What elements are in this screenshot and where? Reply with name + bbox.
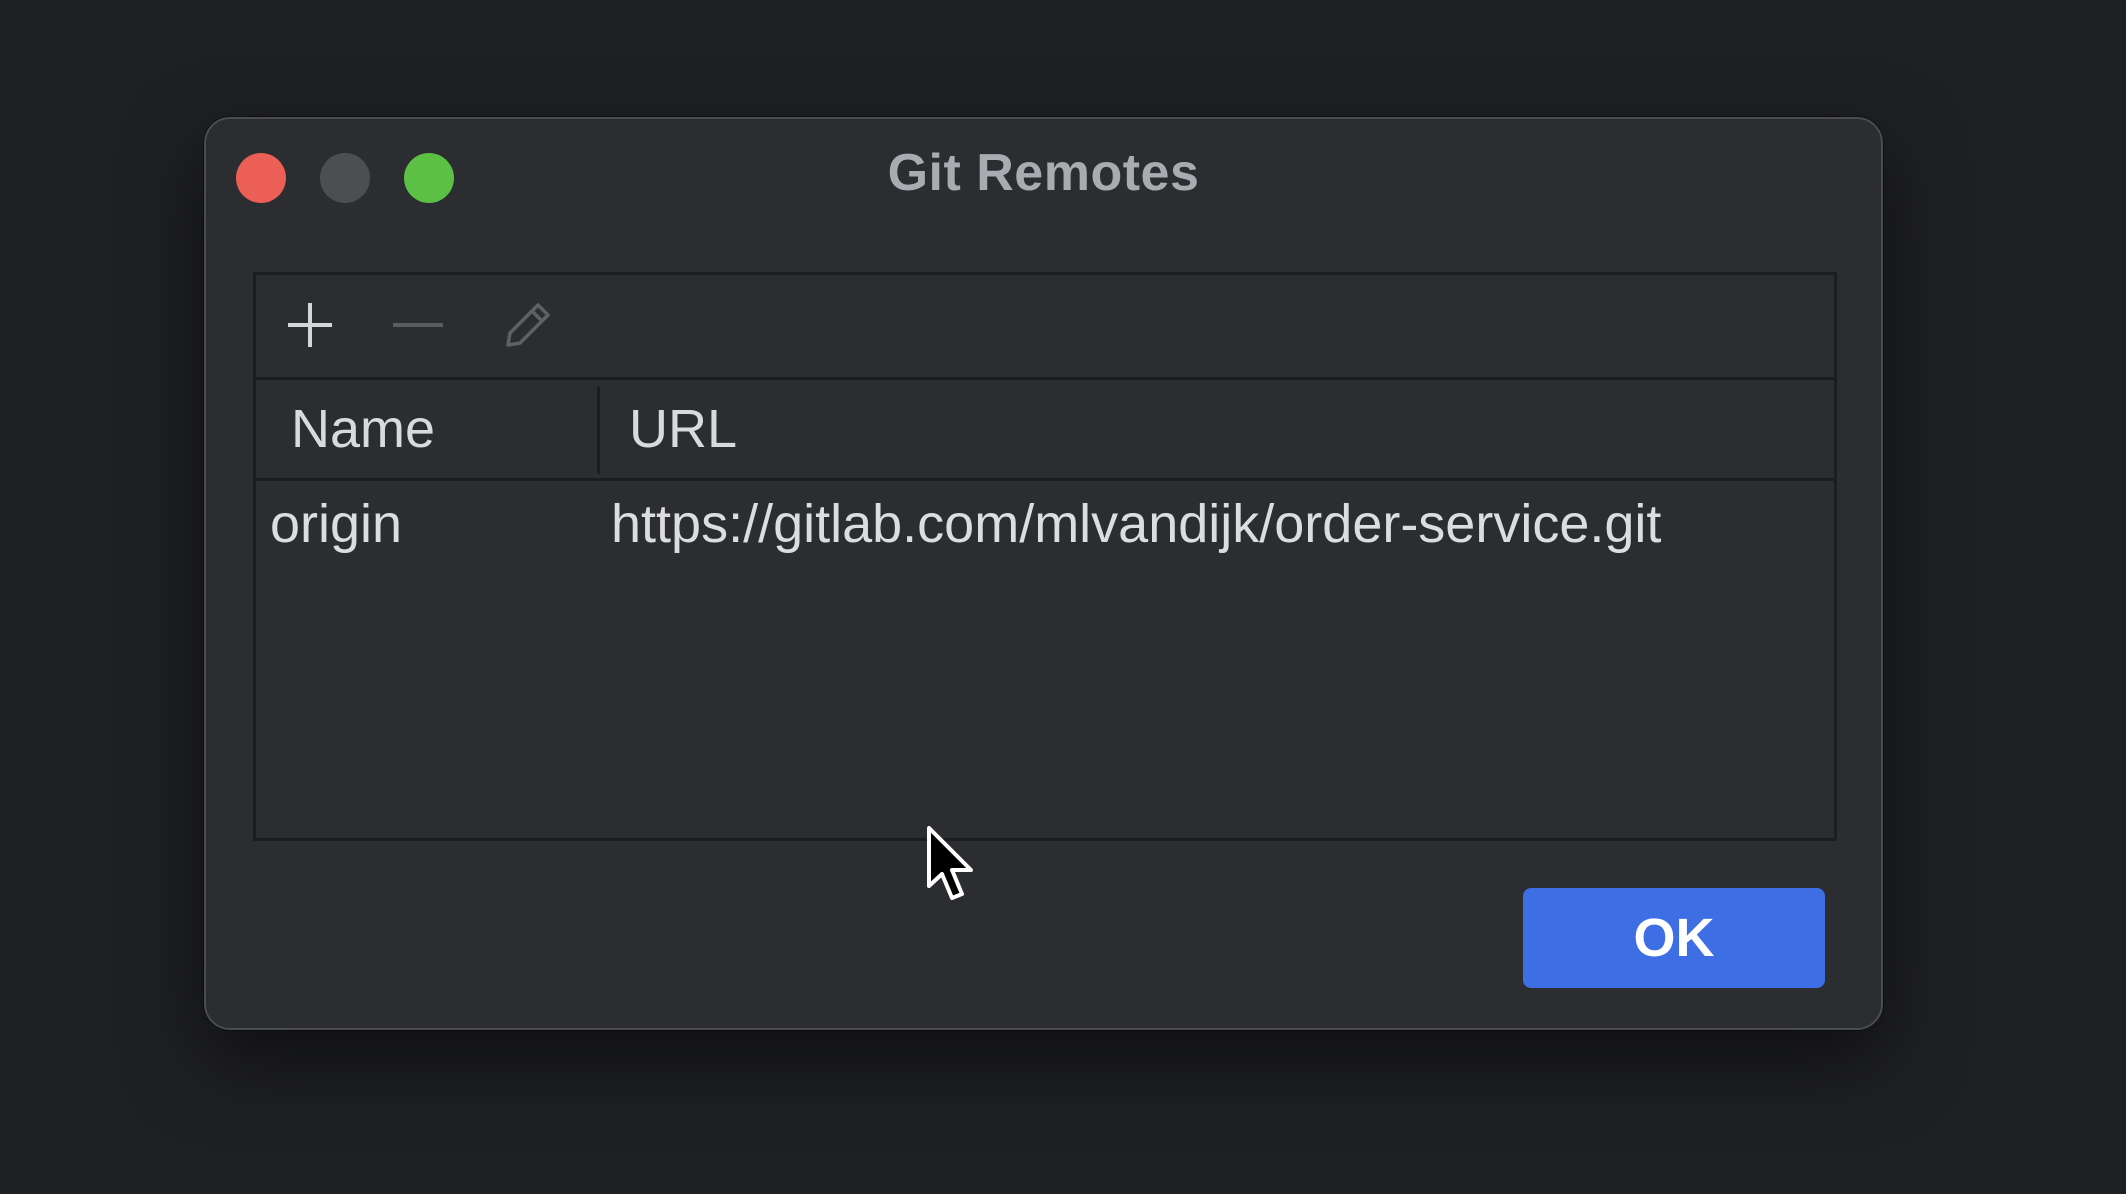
- remotes-toolbar: [256, 275, 1834, 380]
- remotes-panel: Name URL origin https://gitlab.com/mlvan…: [253, 272, 1837, 841]
- table-row[interactable]: origin https://gitlab.com/mlvandijk/orde…: [256, 481, 1834, 577]
- remove-remote-button[interactable]: [388, 295, 448, 355]
- mouse-pointer-icon: [927, 826, 973, 900]
- git-remotes-dialog: Git Remotes Name URL origin https://gitl…: [204, 117, 1883, 1030]
- column-header-name[interactable]: Name: [291, 398, 435, 460]
- dialog-title: Git Remotes: [887, 144, 1200, 202]
- column-header-url[interactable]: URL: [629, 398, 737, 460]
- add-remote-button[interactable]: [280, 295, 340, 355]
- edit-remote-button[interactable]: [498, 295, 558, 355]
- minus-icon: [393, 323, 443, 327]
- pencil-icon: [506, 303, 550, 347]
- remote-url-cell: https://gitlab.com/mlvandijk/order-servi…: [611, 494, 1662, 554]
- ok-button[interactable]: OK: [1523, 888, 1825, 988]
- table-header: Name URL: [256, 380, 1834, 481]
- plus-icon: [288, 303, 332, 347]
- remote-name-cell: origin: [270, 494, 403, 554]
- column-divider[interactable]: [597, 386, 600, 474]
